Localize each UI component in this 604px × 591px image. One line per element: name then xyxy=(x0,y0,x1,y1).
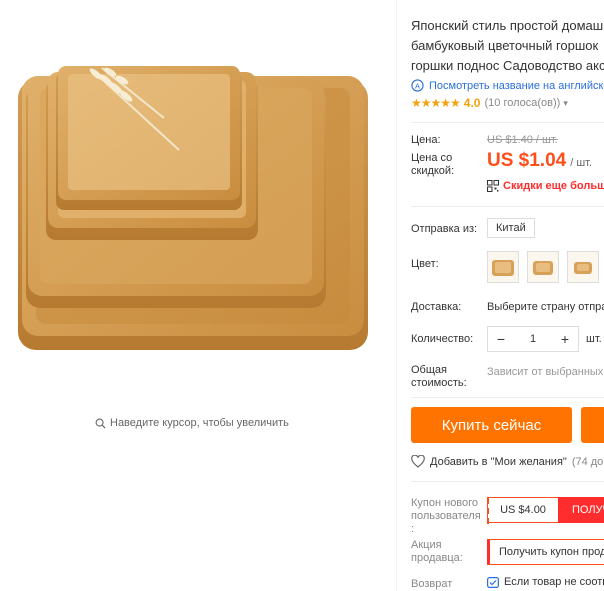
magnifier-icon xyxy=(95,418,106,429)
svg-text:A: A xyxy=(415,81,420,90)
delivery-country-select[interactable]: Выберите страну отправки xyxy=(487,301,604,313)
product-image[interactable] xyxy=(14,58,374,363)
shield-icon xyxy=(487,576,499,588)
get-seller-coupon-button[interactable]: Получить купон продавца xyxy=(487,539,604,565)
new-user-coupon-value: US $4.00 xyxy=(487,497,558,524)
buy-now-button[interactable]: Купить сейчас xyxy=(411,407,572,443)
product-details: Японский стиль простой домашний бамбуков… xyxy=(397,0,604,591)
heart-icon xyxy=(411,455,425,468)
ship-from-label: Отправка из: xyxy=(411,223,478,235)
total-value: Зависит от выбранных параметров xyxy=(487,366,604,378)
discount-label: Цена со скидкой: xyxy=(411,152,455,177)
translate-link-text: Посмотреть название на английском xyxy=(429,79,604,92)
get-coupon-button[interactable]: ПОЛУЧИТЬ xyxy=(558,497,604,523)
product-title: Японский стиль простой домашний бамбуков… xyxy=(411,16,604,76)
zoom-hint-text: Наведите курсор, чтобы увеличить xyxy=(110,417,289,429)
qr-code-icon xyxy=(487,180,499,192)
discount-price: US $1.04/ шт. xyxy=(487,150,593,171)
color-swatch[interactable] xyxy=(527,251,559,283)
swatch-thumbnail xyxy=(533,261,553,275)
new-user-coupon: US $4.00 ПОЛУЧИТЬ xyxy=(487,497,604,524)
zoom-hint: Наведите курсор, чтобы увеличить xyxy=(95,417,289,429)
product-title-line: Японский стиль простой домашний xyxy=(411,18,604,33)
quantity-increase-button[interactable]: + xyxy=(552,327,578,351)
old-price: US $1.40 / шт. xyxy=(487,134,558,146)
image-gallery: Наведите курсор, чтобы увеличить xyxy=(0,0,396,591)
return-policy-text: Если товар не соответствует описанию xyxy=(504,576,604,588)
new-user-coupon-label: Купон нового пользователя : xyxy=(411,497,481,535)
add-to-wishlist-button[interactable]: Добавить в "Мои желания" (74 добавления) xyxy=(411,455,604,468)
ship-from-option-china[interactable]: Китай xyxy=(487,218,535,238)
quantity-decrease-button[interactable]: − xyxy=(488,327,514,351)
delivery-label: Доставка: xyxy=(411,301,462,313)
wishlist-text: Добавить в "Мои желания" xyxy=(430,455,567,468)
return-label: Возврат xyxy=(411,578,453,590)
divider xyxy=(411,481,604,482)
divider xyxy=(411,397,604,398)
divider xyxy=(411,206,604,207)
rating-stars: ★★★★★ xyxy=(411,96,461,110)
swatch-thumbnail xyxy=(574,262,592,274)
wishlist-count: (74 добавления) xyxy=(571,455,604,468)
quantity-unit: шт. xyxy=(586,333,602,345)
quantity-input[interactable]: 1 xyxy=(514,333,552,345)
divider xyxy=(411,122,604,123)
color-label: Цвет: xyxy=(411,258,439,270)
translate-icon: A xyxy=(411,79,424,92)
translate-link[interactable]: A Посмотреть название на английском xyxy=(411,79,604,92)
app-discount-link[interactable]: Скидки еще больше в приложении xyxy=(487,180,604,192)
add-to-cart-button[interactable] xyxy=(581,407,604,443)
rating[interactable]: ★★★★★ 4.0 (10 голоса(ов)) ▾ xyxy=(411,96,568,110)
quantity-stepper: − 1 + xyxy=(487,326,579,352)
rating-value: 4.0 xyxy=(463,96,481,110)
return-policy[interactable]: Если товар не соответствует описанию xyxy=(487,576,604,588)
price-label: Цена: xyxy=(411,134,441,146)
quantity-label: Количество: xyxy=(411,333,474,345)
seller-promo-label: Акция продавца: xyxy=(411,539,463,564)
rating-votes: (10 голоса(ов)) ▾ xyxy=(484,97,568,109)
swatch-thumbnail xyxy=(492,260,514,276)
app-discount-text: Скидки еще больше в приложении xyxy=(503,180,604,192)
product-title-line: горшки поднос Садоводство аксессуары xyxy=(411,58,604,73)
color-swatch[interactable] xyxy=(487,251,519,283)
product-title-line: бамбуковый цветочный горшок xyxy=(411,38,599,53)
total-label: Общая стоимость: xyxy=(411,364,467,389)
chevron-down-icon: ▾ xyxy=(563,98,568,108)
color-swatch[interactable] xyxy=(567,251,599,283)
